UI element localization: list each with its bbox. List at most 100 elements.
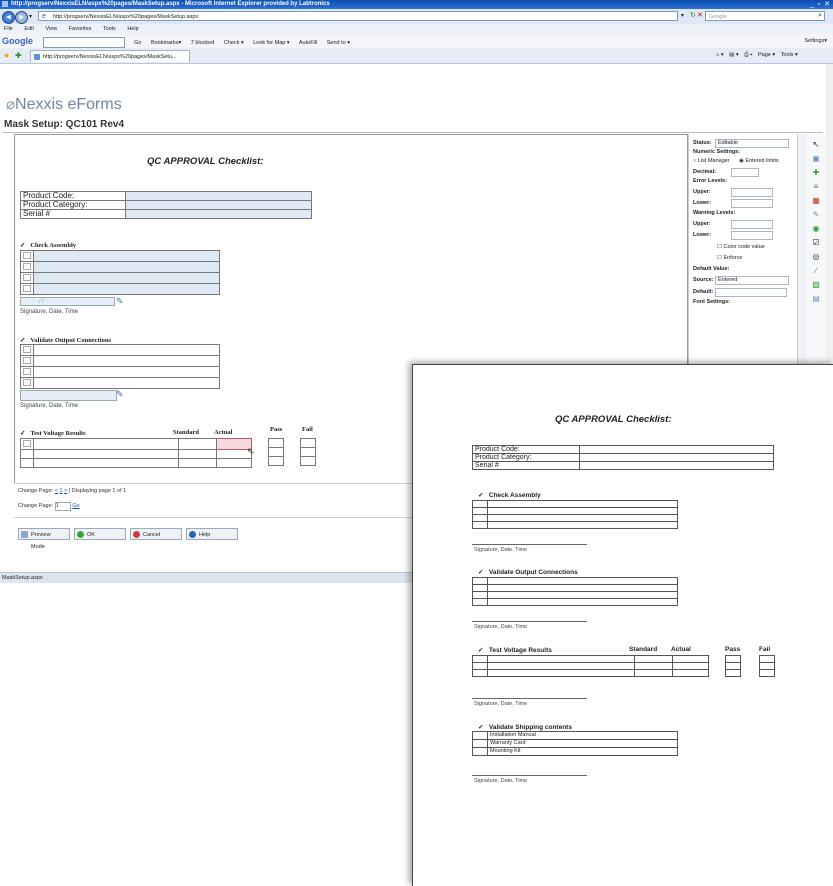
- output-item-input[interactable]: [33, 366, 220, 378]
- list-tool-icon[interactable]: ≡: [811, 182, 821, 192]
- signature-pen-icon[interactable]: ✎: [116, 389, 124, 400]
- error-upper-input[interactable]: [731, 188, 773, 197]
- table-tool-icon[interactable]: ▦: [811, 196, 821, 206]
- checkbox-cell[interactable]: [20, 283, 34, 295]
- address-dropdown-icon[interactable]: ▾: [681, 11, 689, 21]
- favorites-star-icon[interactable]: ★: [3, 51, 10, 60]
- assembly-item-input[interactable]: [33, 272, 220, 284]
- radio-entered-limits[interactable]: ◉ Entered limits: [739, 158, 779, 164]
- pager-page-link[interactable]: 1: [59, 488, 62, 494]
- add-favorite-icon[interactable]: ✚: [15, 51, 22, 60]
- history-dropdown-icon[interactable]: ▾: [29, 13, 32, 20]
- fail-checkbox[interactable]: [300, 447, 316, 457]
- status-select[interactable]: Editable: [715, 139, 789, 148]
- pager-next-link[interactable]: >: [64, 488, 67, 494]
- autofill-button[interactable]: AutoFill: [299, 40, 317, 46]
- output-item-input[interactable]: [33, 344, 220, 356]
- pass-checkbox[interactable]: [268, 447, 284, 457]
- back-button[interactable]: ◄: [2, 11, 15, 24]
- address-bar[interactable]: e http://progserv/NexxisELN/aspx%20pages…: [38, 11, 678, 21]
- checkbox-cell[interactable]: [20, 438, 34, 450]
- cancel-button[interactable]: Cancel: [130, 528, 182, 540]
- search-box[interactable]: Google: [705, 11, 825, 21]
- feeds-icon[interactable]: ▤ ▾: [729, 52, 739, 58]
- google-go-button[interactable]: Go: [134, 40, 141, 46]
- option-tool-icon[interactable]: ◎: [811, 252, 821, 262]
- search-icon[interactable]: ⌕: [818, 12, 822, 20]
- page-number-input[interactable]: 1: [54, 502, 71, 511]
- test-item-input[interactable]: [33, 449, 179, 459]
- pager-prev-link[interactable]: <: [55, 488, 58, 494]
- properties-scrollbar[interactable]: [797, 134, 806, 364]
- forward-button[interactable]: ►: [15, 11, 28, 24]
- output-item-input[interactable]: [33, 355, 220, 367]
- signature-pen-icon[interactable]: ✎: [116, 296, 124, 307]
- menu-file[interactable]: File: [4, 26, 13, 32]
- bookmarks-button[interactable]: Bookmarks▾: [151, 40, 181, 46]
- preview-mode-button[interactable]: Preview Mode: [18, 528, 70, 550]
- send-to-button[interactable]: Send to ▾: [327, 40, 350, 46]
- assembly-item-input[interactable]: [33, 283, 220, 295]
- signature-field[interactable]: / /: [20, 297, 115, 306]
- menu-help[interactable]: Help: [127, 26, 138, 32]
- help-button[interactable]: Help: [186, 528, 238, 540]
- serial-input[interactable]: [125, 209, 312, 219]
- color-code-checkbox[interactable]: ☐ Color code value: [717, 244, 765, 250]
- edit-tool-icon[interactable]: ✎: [811, 210, 821, 220]
- pass-checkbox[interactable]: [268, 456, 284, 466]
- refresh-icon[interactable]: ↻: [690, 11, 696, 21]
- assembly-item-input[interactable]: [33, 250, 220, 262]
- checkbox-cell[interactable]: [20, 366, 34, 378]
- checkbox-cell[interactable]: [20, 377, 34, 389]
- checkbox-cell[interactable]: [20, 344, 34, 356]
- fail-checkbox[interactable]: [300, 438, 316, 448]
- go-link[interactable]: Go: [72, 503, 79, 509]
- page-menu[interactable]: Page ▾: [758, 52, 775, 58]
- menu-view[interactable]: View: [45, 26, 57, 32]
- product-category-input[interactable]: [125, 200, 312, 210]
- image-tool-icon[interactable]: ▧: [811, 280, 821, 290]
- form-tool-icon[interactable]: ▣: [811, 154, 821, 164]
- print-icon[interactable]: ⎙ ▾: [744, 52, 752, 58]
- source-select[interactable]: Entered: [715, 276, 789, 285]
- error-lower-input[interactable]: [731, 199, 773, 208]
- checkbox-cell[interactable]: [20, 355, 34, 367]
- output-item-input[interactable]: [33, 377, 220, 389]
- google-search-field[interactable]: [42, 37, 125, 49]
- menu-edit[interactable]: Edit: [24, 26, 33, 32]
- add-field-icon[interactable]: ✚: [811, 168, 821, 178]
- assembly-item-input[interactable]: [33, 261, 220, 273]
- menu-tools[interactable]: Tools: [103, 26, 116, 32]
- radio-tool-icon[interactable]: ◉: [811, 224, 821, 234]
- standard-input[interactable]: [178, 458, 217, 468]
- standard-input[interactable]: [178, 449, 217, 459]
- tools-menu[interactable]: Tools ▾: [781, 52, 798, 58]
- default-input[interactable]: [715, 288, 787, 297]
- radio-list-manager[interactable]: ○ List Manager: [693, 158, 730, 164]
- pointer-tool-icon[interactable]: ↖: [811, 140, 821, 150]
- fail-checkbox[interactable]: [300, 456, 316, 466]
- enforce-checkbox[interactable]: ☐ Enforce: [717, 255, 742, 261]
- popup-blocked-button[interactable]: 7 blocked: [191, 40, 215, 46]
- checkbox-cell[interactable]: [20, 272, 34, 284]
- standard-input[interactable]: [178, 438, 217, 450]
- check-button[interactable]: Check ▾: [224, 40, 244, 46]
- signature-field[interactable]: [20, 390, 117, 401]
- google-settings-button[interactable]: Settings▾: [804, 34, 827, 48]
- window-controls[interactable]: _ ▫ ✕: [810, 0, 831, 9]
- test-item-input[interactable]: [33, 438, 179, 450]
- decimal-input[interactable]: [731, 168, 759, 177]
- checkbox-cell[interactable]: [20, 250, 34, 262]
- checkbox-tool-icon[interactable]: ☑: [811, 238, 821, 248]
- pass-checkbox[interactable]: [268, 438, 284, 448]
- warning-upper-input[interactable]: [731, 220, 773, 229]
- ok-button[interactable]: OK: [74, 528, 126, 540]
- stop-icon[interactable]: ✕: [697, 11, 703, 21]
- menu-favorites[interactable]: Favorites: [69, 26, 92, 32]
- browser-tab[interactable]: http://progserv/NexxisELN/aspx%20pages/M…: [30, 50, 190, 62]
- checkbox-cell[interactable]: [20, 261, 34, 273]
- pen-tool-icon[interactable]: ∕: [811, 266, 821, 276]
- actual-input[interactable]: [216, 458, 252, 468]
- checkbox-cell[interactable]: [20, 458, 34, 468]
- look-for-map-button[interactable]: Look for Map ▾: [253, 40, 289, 46]
